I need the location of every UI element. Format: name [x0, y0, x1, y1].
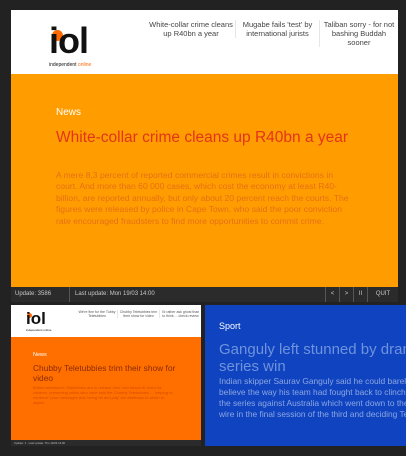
sport-article-headline: Ganguly left stunned by dramatic series … [219, 341, 406, 375]
next-button[interactable]: > [339, 287, 353, 302]
main-news-widget: iol independent online White-collar crim… [11, 10, 398, 302]
small-header: iol independent online We're fine for th… [11, 305, 201, 337]
header-headline-2[interactable]: Mugabe fails 'test' by international jur… [235, 20, 319, 38]
small-header-headline-3: I'd rather ask ghost than to think ... c… [159, 310, 201, 319]
small-header-headline-1: We're fine for the Tubby Teletubbies [78, 310, 116, 319]
small-section-label: News [33, 352, 47, 358]
logo-text: iol [49, 20, 89, 61]
previous-button[interactable]: < [325, 287, 339, 302]
small-news-widget[interactable]: iol independent online We're fine for th… [11, 305, 201, 446]
update-count: Update: 3586 [15, 291, 52, 297]
desktop-background: iol independent online White-collar crim… [0, 0, 406, 456]
quit-button[interactable]: QUIT [367, 287, 398, 302]
logo-subtitle: independent online [49, 62, 92, 68]
small-iol-logo: iol independent online [26, 310, 58, 332]
small-article-headline: Chubby Teletubbies trim their show for v… [33, 363, 176, 383]
sport-article-summary: Indian skipper Saurav Ganguly said he co… [219, 376, 406, 419]
small-article-summary: British television's Teletubbies are to … [33, 385, 173, 405]
sport-section-label: Sport [219, 321, 241, 331]
status-bar: Update: 3586 Last update: Mon 19/03 14:0… [11, 287, 398, 302]
header-headline-3[interactable]: Taliban sorry - for not bashing Buddah s… [319, 20, 398, 47]
small-logo-subtitle: independent online [26, 328, 52, 332]
small-logo-text: iol [26, 309, 46, 328]
article-headline[interactable]: White-collar crime cleans up R40bn a yea… [56, 129, 366, 147]
pause-button[interactable]: II [353, 287, 367, 302]
iol-logo[interactable]: iol independent online [49, 20, 109, 69]
main-header: iol independent online White-collar crim… [11, 10, 398, 74]
section-label: News [56, 107, 82, 118]
sport-news-widget[interactable]: Sport Ganguly left stunned by dramatic s… [205, 305, 406, 446]
last-update: Last update: Mon 19/03 14:00 [69, 287, 155, 302]
header-headline-1[interactable]: White-collar crime cleans up R40bn a yea… [149, 20, 233, 38]
small-header-headline-2: Chubby Teletubbies trim their show for v… [117, 310, 159, 319]
article-summary: A mere 8,3 percent of reported commercia… [56, 170, 349, 226]
small-status-bar: Update: 1 · Last update: Thu 19/03 14:00 [11, 440, 201, 446]
